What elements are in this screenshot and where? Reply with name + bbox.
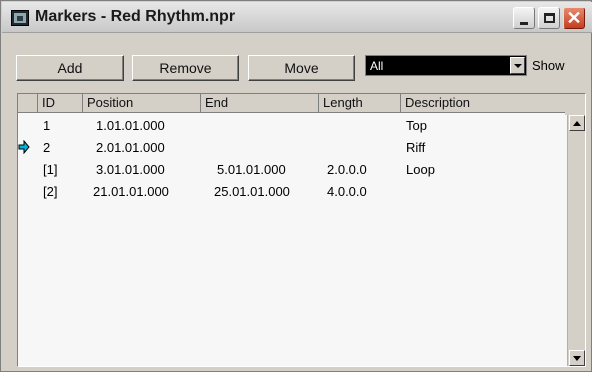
row-position: 1.01.01.000	[96, 118, 165, 133]
row-position: 3.01.01.000	[96, 162, 165, 177]
table-row[interactable]: [2] 21.01.01.000 25.01.01.000 4.0.0.0	[18, 181, 565, 203]
row-length: 4.0.0.0	[327, 184, 367, 199]
minimize-button[interactable]	[513, 7, 535, 29]
row-id: [1]	[43, 162, 58, 177]
column-header-id[interactable]: ID	[38, 94, 83, 113]
column-header-marker[interactable]	[18, 94, 38, 113]
marker-filter-value: All	[370, 59, 384, 73]
column-header-length[interactable]: Length	[319, 94, 401, 113]
row-id: 1	[43, 118, 51, 133]
show-label: Show	[532, 58, 565, 73]
maximize-button[interactable]	[538, 7, 560, 29]
row-position: 21.01.01.000	[93, 184, 169, 199]
minimize-icon	[514, 8, 534, 28]
current-marker-arrow-icon	[18, 140, 30, 154]
app-icon	[11, 10, 29, 26]
row-description: Top	[406, 118, 427, 133]
row-length: 2.0.0.0	[327, 162, 367, 177]
title-bar[interactable]: Markers - Red Rhythm.npr ✕	[2, 2, 592, 33]
add-button[interactable]: Add	[16, 55, 124, 81]
row-id: [2]	[43, 184, 58, 199]
remove-button[interactable]: Remove	[132, 55, 239, 81]
table-row[interactable]: 2 2.01.01.000 Riff	[18, 137, 565, 159]
list-header: ID Position End Length Description	[18, 94, 565, 113]
row-description: Riff	[406, 140, 426, 155]
row-end: 5.01.01.000	[217, 162, 286, 177]
vertical-scrollbar[interactable]	[567, 115, 585, 366]
close-button[interactable]: ✕	[563, 7, 585, 29]
row-id: 2	[43, 140, 51, 155]
close-icon: ✕	[566, 8, 582, 28]
maximize-icon	[539, 8, 559, 28]
move-button[interactable]: Move	[248, 55, 355, 81]
column-header-end[interactable]: End	[201, 94, 319, 113]
column-header-position[interactable]: Position	[83, 94, 201, 113]
window-title: Markers - Red Rhythm.npr	[35, 8, 236, 25]
scroll-down-icon[interactable]	[569, 350, 585, 366]
marker-filter-select[interactable]: All	[365, 55, 527, 76]
row-end: 25.01.01.000	[214, 184, 290, 199]
table-row[interactable]: [1] 3.01.01.000 5.01.01.000 2.0.0.0 Loop	[18, 159, 565, 181]
table-row[interactable]: 1 1.01.01.000 Top	[18, 115, 565, 137]
chevron-down-icon[interactable]	[510, 57, 525, 74]
markers-window: Markers - Red Rhythm.npr ✕ Add Remove Mo…	[0, 0, 592, 372]
row-position: 2.01.01.000	[96, 140, 165, 155]
column-header-description[interactable]: Description	[401, 94, 565, 113]
header-corner	[565, 94, 585, 115]
scroll-up-icon[interactable]	[569, 115, 585, 131]
marker-list[interactable]: ID Position End Length Description 1 1.0…	[17, 93, 586, 367]
row-description: Loop	[406, 162, 435, 177]
